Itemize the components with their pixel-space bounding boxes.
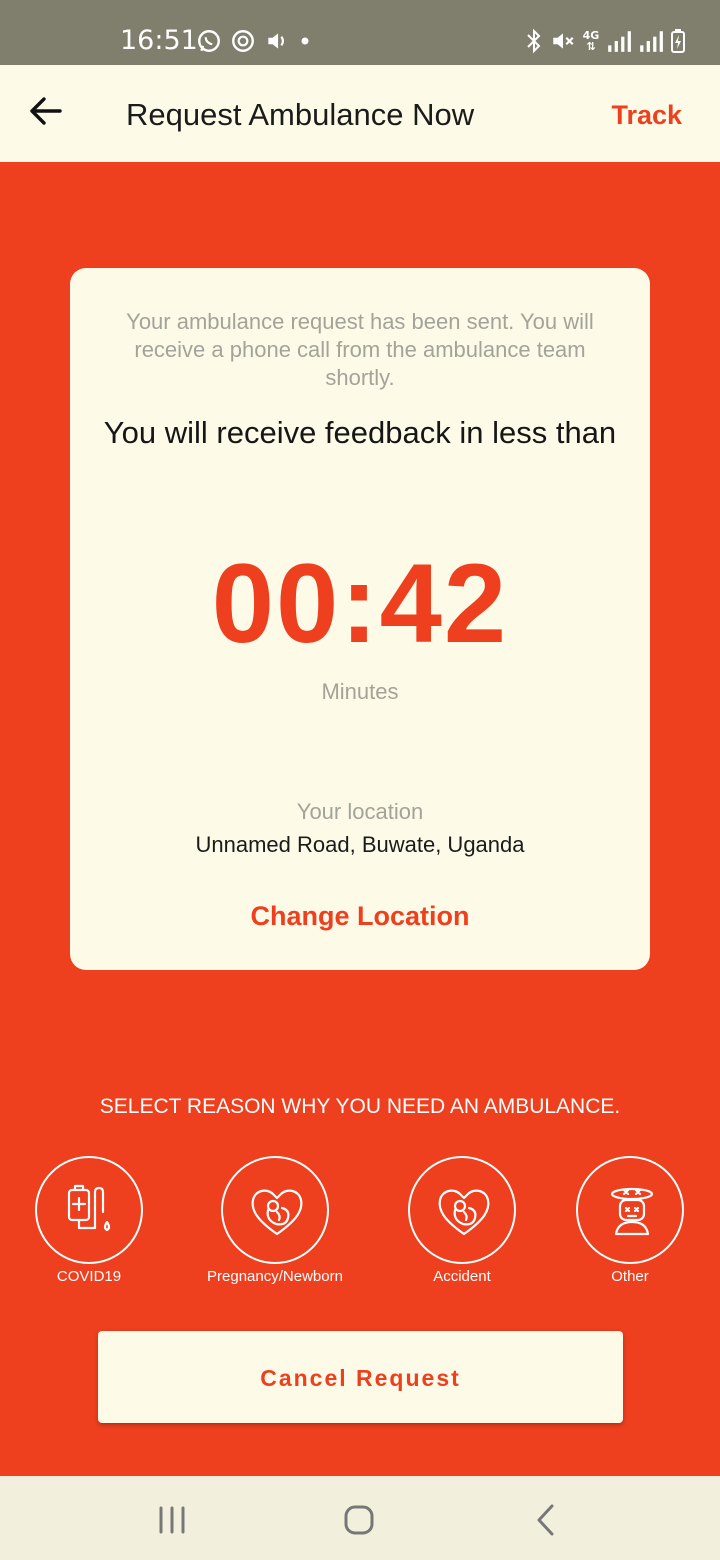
reason-pregnancy-newborn[interactable]: Pregnancy/Newborn: [195, 1156, 355, 1286]
reason-circle: [576, 1156, 684, 1264]
page-title: Request Ambulance Now: [126, 97, 475, 132]
reason-accident[interactable]: Accident: [408, 1156, 516, 1286]
fetus-heart-icon: [438, 1189, 490, 1236]
battery-charging-icon: [670, 28, 686, 54]
home-button[interactable]: [339, 1500, 379, 1540]
reason-other[interactable]: Other: [576, 1156, 684, 1286]
location-value: Unnamed Road, Buwate, Uganda: [195, 832, 525, 857]
countdown-timer: 00:42: [211, 541, 509, 666]
reason-label: Other: [611, 1268, 649, 1285]
sync-icon: [230, 28, 256, 54]
arrow-left-icon: [30, 97, 62, 125]
signal-icon: [606, 28, 632, 54]
system-nav-bar: [0, 1476, 720, 1560]
status-left-icons: [196, 26, 312, 56]
reason-circle: [221, 1156, 329, 1264]
volume-icon: [264, 28, 290, 54]
reason-label: COVID19: [56, 1268, 122, 1285]
change-location-button[interactable]: Change Location: [70, 900, 650, 932]
back-button[interactable]: [26, 91, 66, 131]
recents-button[interactable]: [152, 1500, 192, 1540]
countdown-unit: Minutes: [321, 679, 399, 704]
request-status-card: Your ambulance request has been sent. Yo…: [70, 268, 650, 970]
reason-label: Pregnancy/Newborn: [207, 1268, 343, 1285]
dizzy-person-icon: [610, 1187, 654, 1236]
reason-circle: [35, 1156, 143, 1264]
recents-icon: [159, 1506, 185, 1534]
status-time: 16:51: [120, 25, 198, 56]
status-right-icons: 4G ⇅: [524, 26, 686, 56]
iv-drip-icon: [67, 1184, 111, 1232]
reason-covid19[interactable]: COVID19: [35, 1156, 143, 1286]
app-bar: Request Ambulance Now Track: [0, 65, 720, 162]
system-back-button[interactable]: [526, 1500, 566, 1540]
status-bar: 16:51 4G ⇅: [0, 0, 720, 65]
location-label: Your location: [296, 799, 424, 824]
bluetooth-icon: [524, 28, 544, 54]
fetus-heart-icon: [251, 1189, 303, 1236]
home-icon: [344, 1505, 374, 1535]
network-4g-icon: 4G ⇅: [582, 29, 600, 53]
request-sent-message: Your ambulance request has been sent. Yo…: [126, 309, 594, 390]
feedback-message: You will receive feedback in less than: [103, 415, 617, 450]
track-button[interactable]: Track: [611, 99, 682, 131]
reason-label: Accident: [433, 1268, 491, 1285]
cancel-request-label: Cancel Request: [260, 1365, 461, 1391]
dot-icon: [298, 28, 312, 54]
reason-heading: SELECT REASON WHY YOU NEED AN AMBULANCE.: [99, 1095, 621, 1118]
reason-circle: [408, 1156, 516, 1264]
back-icon: [537, 1504, 554, 1536]
signal-icon: [638, 28, 664, 54]
cancel-request-button[interactable]: Cancel Request: [98, 1331, 623, 1423]
whatsapp-icon: [196, 28, 222, 54]
mute-icon: [550, 28, 576, 54]
